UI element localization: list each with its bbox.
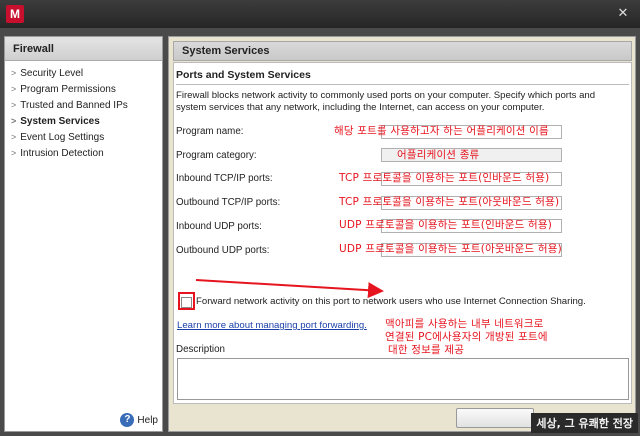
inbound-udp-annotation: UDP 프로토콜을 이용하는 포트(인바운드 허용) (339, 219, 553, 231)
learn-more-link[interactable]: Learn more about managing port forwardin… (177, 320, 367, 331)
outbound-tcp-label: Outbound TCP/IP ports: (176, 197, 281, 208)
sidebar-item-event-log-settings[interactable]: > Event Log Settings (5, 129, 162, 145)
help-icon: ? (120, 413, 135, 427)
chevron-right-icon: > (11, 84, 17, 94)
program-category-label: Program category: (176, 150, 257, 161)
outbound-udp-annotation: UDP 프로토콜을 이용하는 포트(아웃바운드 허용) (339, 243, 562, 255)
help-link[interactable]: ? Help (120, 413, 158, 427)
main-panel: System Services Ports and System Service… (168, 36, 636, 432)
outbound-udp-label: Outbound UDP ports: (176, 245, 270, 256)
inbound-tcp-label: Inbound TCP/IP ports: (176, 173, 273, 184)
outbound-tcp-annotation: TCP 프로토콜을 이용하는 포트(아웃바운드 허용) (339, 196, 560, 208)
mcafee-logo: M (6, 5, 24, 23)
section-title: Ports and System Services (176, 69, 311, 81)
divider (176, 84, 629, 85)
chevron-right-icon: > (11, 68, 17, 78)
sidebar-item-system-services[interactable]: > System Services (5, 113, 162, 129)
sidebar-item-trusted-banned-ips[interactable]: > Trusted and Banned IPs (5, 97, 162, 113)
sidebar: Firewall > Security Level > Program Permis… (4, 36, 163, 432)
sidebar-item-program-permissions[interactable]: > Program Permissions (5, 81, 162, 97)
title-bar: M ✕ (0, 0, 640, 28)
inbound-tcp-annotation: TCP 프로토콜을 이용하는 포트(인바운드 허용) (339, 172, 550, 184)
sidebar-item-intrusion-detection[interactable]: > Intrusion Detection (5, 145, 162, 161)
section-description: Firewall blocks network activity to comm… (176, 90, 596, 113)
sidebar-item-label: Program Permissions (20, 84, 116, 95)
program-name-annotation: 해당 포트를 사용하고자 하는 어플리케이션 이름 (334, 125, 549, 137)
sidebar-nav: > Security Level > Program Permissions > Tr… (5, 65, 162, 161)
sidebar-title: Firewall (5, 37, 162, 61)
chevron-right-icon: > (11, 100, 17, 110)
app-window: M ✕ Firewall > Security Level > Program Pe… (0, 0, 640, 436)
close-icon[interactable]: ✕ (614, 6, 632, 22)
program-category-annotation: 어플리케이션 종류 (397, 149, 480, 161)
sidebar-item-label: System Services (20, 116, 100, 127)
chevron-right-icon: > (11, 116, 17, 126)
sidebar-item-label: Event Log Settings (20, 132, 105, 143)
inbound-udp-label: Inbound UDP ports: (176, 221, 262, 232)
forward-checkbox-label: Forward network activity on this port to… (196, 296, 586, 307)
sidebar-item-label: Security Level (20, 68, 84, 79)
forward-checkbox[interactable] (181, 297, 192, 308)
chevron-right-icon: > (11, 148, 17, 158)
sidebar-item-security-level[interactable]: > Security Level (5, 65, 162, 81)
page-title: System Services (173, 41, 632, 61)
program-name-label: Program name: (176, 126, 244, 137)
settings-panel: Ports and System Services Firewall block… (173, 62, 632, 404)
forward-annotation-line3: 대한 정보를 제공 (388, 344, 465, 356)
watermark: 세상, 그 유쾌한 전장 (531, 413, 638, 433)
sidebar-item-label: Trusted and Banned IPs (20, 100, 128, 111)
ok-button[interactable] (456, 408, 534, 428)
description-label: Description (176, 344, 226, 355)
description-box[interactable] (177, 358, 629, 400)
help-label: Help (137, 414, 158, 426)
chevron-right-icon: > (11, 132, 17, 142)
sidebar-item-label: Intrusion Detection (20, 148, 104, 159)
